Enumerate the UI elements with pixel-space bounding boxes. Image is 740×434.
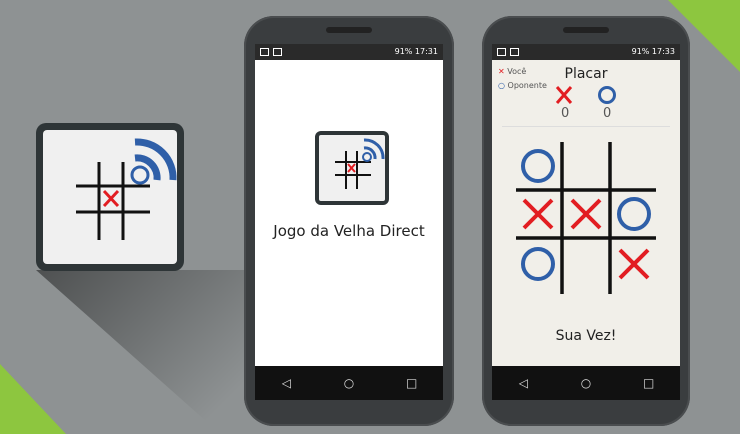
o-legend-icon: ○ <box>498 81 505 90</box>
board-cell-1[interactable] <box>564 144 608 188</box>
score-divider <box>502 126 670 127</box>
back-button[interactable]: ◁ <box>271 376 301 390</box>
game-notification-icon <box>510 48 519 56</box>
score-x: 0 <box>561 106 570 121</box>
score-title: Placar <box>564 66 608 82</box>
x-score-icon <box>555 86 573 104</box>
status-right-text: 91% 17:33 <box>631 47 675 56</box>
back-button[interactable]: ◁ <box>508 376 538 390</box>
recent-apps-button[interactable]: □ <box>634 376 664 390</box>
score-symbols <box>555 86 616 104</box>
tic-tac-toe-logo-icon <box>335 138 385 189</box>
board-cell-2[interactable] <box>612 144 656 188</box>
game-notification-icon <box>273 48 282 56</box>
phone-splash: 91% 17:31 Jogo da Velha Direct ◁ ○ □ <box>244 16 454 426</box>
image-notification-icon <box>260 48 269 56</box>
board-cell-8[interactable] <box>612 242 656 286</box>
navigation-bar: ◁ ○ □ <box>492 366 680 400</box>
phone-game: 91% 17:33 ✕ Você ○ Oponente Placar 0 0 S… <box>482 16 690 426</box>
board-cell-5[interactable] <box>612 192 656 236</box>
tic-tac-toe-logo-icon <box>76 138 177 240</box>
o-score-icon <box>598 86 616 104</box>
game-board <box>516 142 656 294</box>
home-button[interactable]: ○ <box>334 376 364 390</box>
board-cell-0[interactable] <box>516 144 560 188</box>
recent-apps-button[interactable]: □ <box>397 376 427 390</box>
status-right-text: 91% 17:31 <box>394 47 438 56</box>
score-o: 0 <box>603 106 612 121</box>
app-icon <box>36 123 184 271</box>
game-area: ✕ Você ○ Oponente Placar 0 0 Sua Vez! <box>492 60 680 366</box>
phone-speaker <box>563 27 609 33</box>
status-bar: 91% 17:31 <box>255 44 443 60</box>
status-bar: 91% 17:33 <box>492 44 680 60</box>
image-notification-icon <box>497 48 506 56</box>
turn-message: Sua Vez! <box>555 328 617 344</box>
phone-speaker <box>326 27 372 33</box>
game-screen: 91% 17:33 ✕ Você ○ Oponente Placar 0 0 S… <box>492 44 680 400</box>
board-cell-4[interactable] <box>564 192 608 236</box>
splash-logo <box>315 131 389 205</box>
splash-screen: 91% 17:31 Jogo da Velha Direct ◁ ○ □ <box>255 44 443 400</box>
board-cell-3[interactable] <box>516 192 560 236</box>
board-cell-6[interactable] <box>516 242 560 286</box>
board-cell-7[interactable] <box>564 242 608 286</box>
legend-opponent-label: Oponente <box>507 81 547 90</box>
home-button[interactable]: ○ <box>571 376 601 390</box>
corner-accent-bottom-left <box>0 364 66 434</box>
app-title: Jogo da Velha Direct <box>273 222 425 240</box>
navigation-bar: ◁ ○ □ <box>255 366 443 400</box>
